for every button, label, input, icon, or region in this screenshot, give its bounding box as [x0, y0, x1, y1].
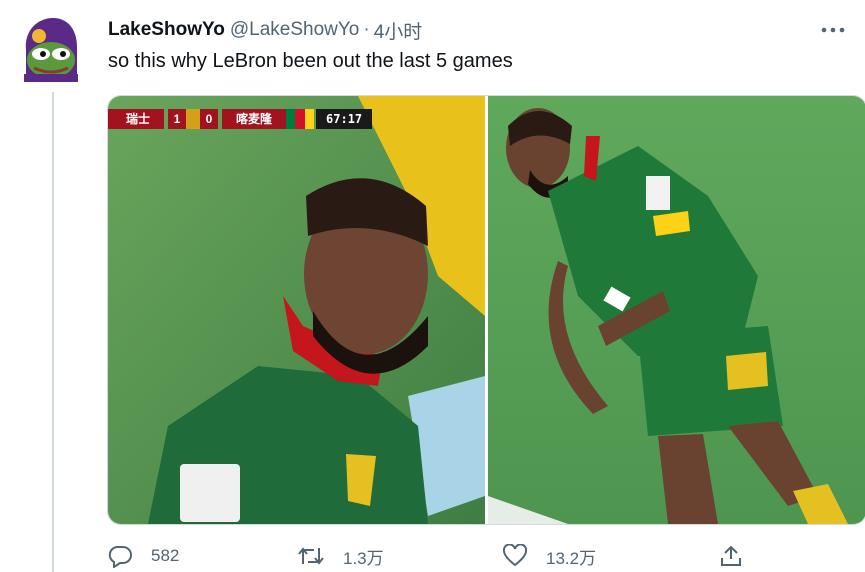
media-grid: 瑞士 1 0 喀麦隆 67:17 — [107, 95, 865, 525]
heart-icon — [502, 544, 528, 567]
player-full-image — [488, 96, 865, 524]
user-handle[interactable]: @LakeShowYo — [230, 19, 360, 41]
away-team: 喀麦隆 — [222, 109, 287, 129]
reply-icon — [108, 546, 132, 568]
retweet-count: 1.3万 — [343, 548, 384, 568]
pepe-avatar-icon — [24, 18, 78, 82]
tweet-header: LakeShowYo @LakeShowYo · 4小时 — [108, 17, 423, 44]
like-button[interactable]: 13.2万 — [502, 540, 596, 572]
reply-button[interactable]: 582 — [107, 540, 179, 572]
tweet-text: so this why LeBron been out the last 5 g… — [108, 50, 513, 72]
share-button[interactable] — [719, 540, 761, 572]
display-name[interactable]: LakeShowYo — [108, 19, 225, 41]
scoreboard: 瑞士 1 0 喀麦隆 67:17 — [108, 108, 398, 130]
like-count: 13.2万 — [546, 548, 597, 568]
player-closeup-image — [108, 96, 485, 524]
more-button[interactable] — [818, 18, 848, 42]
thread-line — [52, 92, 54, 572]
retweet-button[interactable]: 1.3万 — [297, 540, 384, 572]
match-clock: 67:17 — [316, 109, 373, 129]
separator-dot: · — [363, 19, 370, 40]
world-cup-icon — [186, 109, 201, 129]
photo-left[interactable]: 瑞士 1 0 喀麦隆 67:17 — [108, 96, 485, 524]
away-score: 0 — [200, 109, 219, 129]
avatar[interactable] — [20, 14, 82, 82]
tweet-timestamp[interactable]: 4小时 — [374, 17, 423, 44]
retweet-icon — [298, 547, 324, 565]
home-score: 1 — [168, 109, 187, 129]
cameroon-flag-icon — [286, 109, 315, 129]
more-icon — [821, 27, 845, 33]
photo-right[interactable] — [488, 96, 865, 524]
tweet-actions: 582 1.3万 13.2万 — [107, 540, 757, 572]
home-team: 瑞士 — [108, 109, 165, 129]
reply-count: 582 — [151, 546, 180, 565]
share-icon — [721, 545, 741, 566]
